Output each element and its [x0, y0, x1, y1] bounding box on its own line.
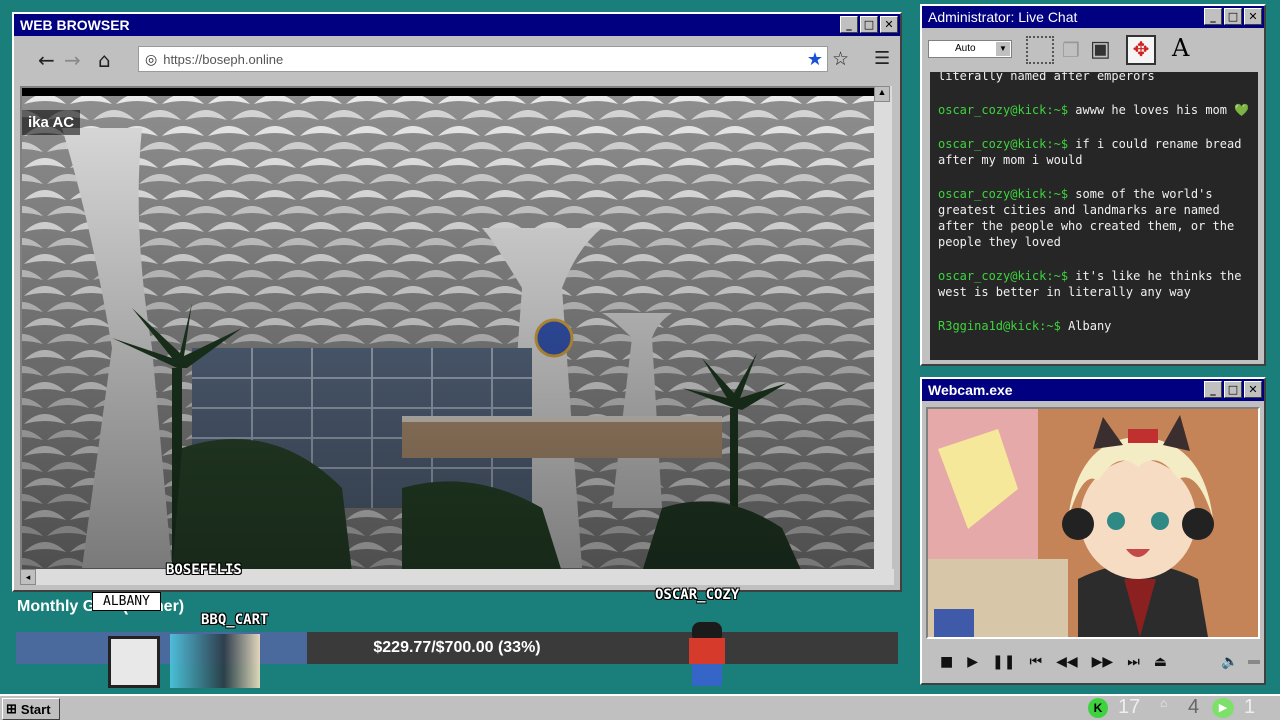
- eject-icon[interactable]: ⏏: [1154, 654, 1167, 670]
- webcam-minimize-button[interactable]: _: [1204, 381, 1222, 398]
- taskbar: ⊞ Start K 17 ⌂ 4 ▶ 1: [0, 694, 1280, 720]
- chat-message-text: literally named after emperors: [938, 72, 1155, 83]
- start-button[interactable]: ⊞ Start: [2, 698, 60, 720]
- browser-toolbar: ← → ⌂ ◎ https://boseph.online ★ ☆ ☰: [14, 36, 900, 84]
- scroll-left-icon[interactable]: ◂: [20, 569, 36, 585]
- third-count: 1: [1244, 696, 1256, 718]
- viewer-count: 17: [1118, 696, 1141, 718]
- video-overlay-label: ika AC: [22, 110, 81, 135]
- avatar-bosefelis-sprite: [108, 636, 160, 688]
- web-content[interactable]: ika AC: [20, 86, 874, 570]
- start-label: Start: [20, 701, 51, 717]
- chat-username: R3ggina1d@kick:~$: [938, 319, 1061, 333]
- webcam-titlebar[interactable]: Webcam.exe _ □ ✕: [922, 379, 1264, 401]
- media-controls: ■ ▶ ❚❚ ⏮ ◀◀ ▶▶ ⏭ ⏏ 🔈: [926, 645, 1260, 679]
- bookmark-star-icon[interactable]: ★: [807, 49, 823, 70]
- select-tool-icon[interactable]: [1026, 36, 1054, 64]
- chat-titlebar[interactable]: Administrator: Live Chat _ □ ✕: [922, 6, 1264, 28]
- maximize-button[interactable]: □: [860, 16, 878, 33]
- chat-message: oscar_cozy@kick:~$ some of the world's g…: [938, 186, 1250, 250]
- dropdown-arrow-icon[interactable]: ▼: [996, 42, 1010, 56]
- text-tool-icon[interactable]: A: [1172, 34, 1189, 62]
- chat-message: literally named after emperors: [938, 72, 1250, 84]
- avatar-oscar-cozy-sprite: [684, 622, 730, 688]
- chat-message-text: Albany: [1068, 319, 1112, 333]
- copy-icon[interactable]: ❐: [1062, 38, 1080, 63]
- fast-forward-icon[interactable]: ▶▶: [1092, 654, 1114, 670]
- browser-window: WEB BROWSER _ □ ✕ ← → ⌂ ◎ https://boseph…: [12, 12, 902, 592]
- globe-icon: ◎: [145, 50, 158, 67]
- move-icon[interactable]: ✥: [1126, 35, 1156, 65]
- next-track-icon[interactable]: ⏭: [1127, 654, 1140, 670]
- chat-close-button[interactable]: ✕: [1244, 8, 1262, 25]
- chat-username: oscar_cozy@kick:~$: [938, 187, 1069, 201]
- chat-message: oscar_cozy@kick:~$ it's like he thinks t…: [938, 268, 1250, 300]
- address-bar[interactable]: ◎ https://boseph.online ★: [138, 46, 828, 72]
- chat-message: oscar_cozy@kick:~$ if i could rename bre…: [938, 136, 1250, 168]
- chat-message: R3ggina1d@kick:~$ Albany: [938, 318, 1250, 334]
- windows-logo-icon: ⊞: [6, 701, 17, 716]
- url-text: https://boseph.online: [163, 51, 284, 67]
- kick-logo-icon: K: [1088, 698, 1108, 718]
- vertical-scrollbar[interactable]: ▲: [874, 86, 892, 570]
- menu-icon[interactable]: ☰: [874, 48, 890, 69]
- back-arrow-icon[interactable]: ←: [38, 48, 55, 72]
- chat-username: oscar_cozy@kick:~$: [938, 269, 1069, 283]
- rewind-icon[interactable]: ◀◀: [1056, 654, 1078, 670]
- minimize-button[interactable]: _: [840, 16, 858, 33]
- font-size-value: Auto: [955, 43, 976, 54]
- avatar-bbq-cart-sprite: [170, 634, 260, 688]
- follower-count: 4: [1188, 696, 1200, 718]
- chat-window: Administrator: Live Chat _ □ ✕ Auto ▼ ❐ …: [920, 4, 1266, 366]
- avatar-name-oscar-cozy: OSCAR_COZY: [655, 587, 740, 603]
- avatar-name-bosefelis: BOSEFELIS: [166, 562, 242, 578]
- previous-track-icon[interactable]: ⏮: [1029, 654, 1042, 670]
- webcam-maximize-button[interactable]: □: [1224, 381, 1242, 398]
- browser-title: WEB BROWSER: [20, 17, 130, 33]
- stop-icon[interactable]: ■: [940, 654, 953, 670]
- webcam-view: [926, 407, 1260, 639]
- chat-log[interactable]: literally named after emperors oscar_cozy…: [930, 72, 1258, 360]
- chat-username: oscar_cozy@kick:~$: [938, 137, 1069, 151]
- chat-message-text: awww he loves his mom 💚: [1075, 103, 1250, 117]
- webcam-close-button[interactable]: ✕: [1244, 381, 1262, 398]
- paste-icon[interactable]: ▣: [1090, 36, 1111, 62]
- webcam-title: Webcam.exe: [928, 382, 1013, 398]
- green-play-icon: ▶: [1212, 698, 1234, 718]
- chat-minimize-button[interactable]: _: [1204, 8, 1222, 25]
- pause-icon[interactable]: ❚❚: [992, 654, 1015, 670]
- avatar-name-bbq-cart: BBQ_CART: [201, 612, 269, 628]
- webcam-window: Webcam.exe _ □ ✕ ■ ▶ ❚❚ ⏮ ◀◀ ▶▶ ⏭ ⏏ 🔈: [920, 377, 1266, 685]
- scroll-up-icon[interactable]: ▲: [874, 86, 890, 102]
- cozy-icon: ⌂: [1160, 696, 1168, 710]
- stream-video: [22, 88, 874, 570]
- volume-slider[interactable]: [1248, 660, 1260, 664]
- chat-username: oscar_cozy@kick:~$: [938, 103, 1069, 117]
- vtuber-avatar-image: [928, 409, 1258, 637]
- play-icon[interactable]: ▶: [967, 654, 978, 670]
- chat-toolbar: Auto ▼ ❐ ▣ ✥ A: [922, 28, 1264, 70]
- volume-icon[interactable]: 🔈: [1221, 654, 1238, 670]
- home-icon[interactable]: ⌂: [98, 48, 111, 72]
- chat-title: Administrator: Live Chat: [928, 9, 1078, 25]
- close-button[interactable]: ✕: [880, 16, 898, 33]
- font-size-select[interactable]: Auto ▼: [928, 40, 1012, 58]
- forward-arrow-icon[interactable]: →: [64, 48, 81, 72]
- favorites-star-icon[interactable]: ☆: [832, 48, 849, 70]
- chat-message: oscar_cozy@kick:~$ awww he loves his mom…: [938, 102, 1250, 118]
- chat-maximize-button[interactable]: □: [1224, 8, 1242, 25]
- avatar-speech-bubble: ALBANY: [92, 592, 161, 611]
- browser-titlebar[interactable]: WEB BROWSER _ □ ✕: [14, 14, 900, 36]
- horizontal-scrollbar[interactable]: ◂: [20, 569, 894, 585]
